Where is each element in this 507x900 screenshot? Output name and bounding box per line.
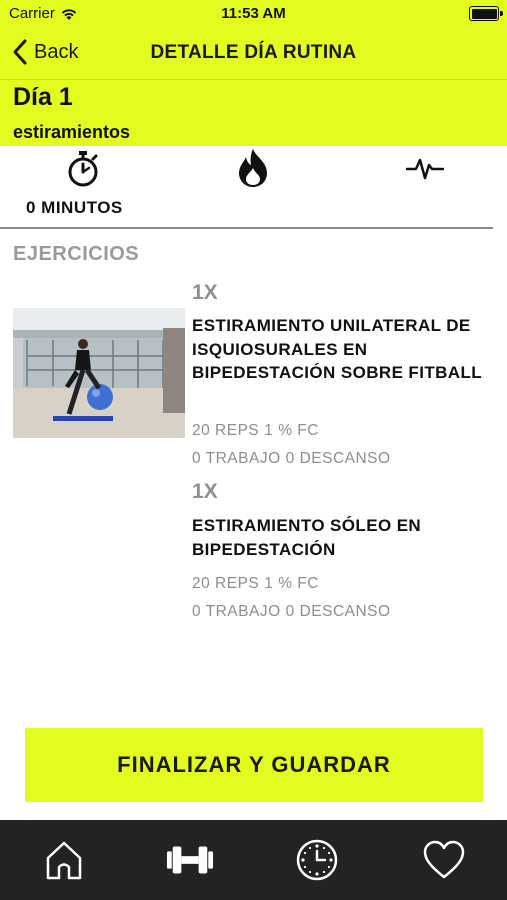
flame-icon <box>239 149 267 187</box>
navigation-bar: Back DETALLE DÍA RUTINA <box>0 28 507 80</box>
exercise-photo <box>13 308 185 438</box>
exercise-reps-fc: 20 REPS 1 % FC <box>192 575 319 593</box>
exercise-work-rest: 0 TRABAJO 0 DESCANSO <box>192 603 391 621</box>
exercise-work-rest: 0 TRABAJO 0 DESCANSO <box>192 450 391 468</box>
exercise-rest: 0 DESCANSO <box>285 603 391 620</box>
status-time: 11:53 AM <box>221 5 286 22</box>
dumbbell-icon <box>166 846 214 874</box>
status-bar: Carrier 11:53 AM <box>0 0 507 28</box>
stats-divider <box>0 227 493 229</box>
exercise-fc: 1 % FC <box>264 575 319 592</box>
exercise-work: 0 TRABAJO <box>192 450 281 467</box>
exercise-fc: 1 % FC <box>264 422 319 439</box>
tab-history[interactable] <box>293 836 341 884</box>
exercise-name[interactable]: ESTIRAMIENTO UNILATERAL DE ISQUIOSURALES… <box>192 314 492 385</box>
day-title: Día 1 <box>13 83 73 111</box>
stats-row: 0 MINUTOS <box>0 146 507 228</box>
exercise-work: 0 TRABAJO <box>192 603 281 620</box>
tab-home[interactable] <box>40 836 88 884</box>
exercise-reps: 20 REPS <box>192 575 260 592</box>
heart-icon <box>423 840 465 879</box>
minutes-value: 0 MINUTOS <box>26 198 123 217</box>
day-header: Día 1 estiramientos <box>0 80 507 146</box>
finish-and-save-button[interactable]: FINALIZAR Y GUARDAR <box>25 728 483 802</box>
exercise-reps: 20 REPS <box>192 422 260 439</box>
tab-workouts[interactable] <box>166 836 214 884</box>
page-title: DETALLE DÍA RUTINA <box>150 42 357 63</box>
battery-icon <box>469 6 503 21</box>
home-icon <box>46 841 82 880</box>
tab-favorites[interactable] <box>420 836 468 884</box>
heart-rate-icon <box>406 158 444 180</box>
exercise-rest: 0 DESCANSO <box>285 450 391 467</box>
exercises-section-title: EJERCICIOS <box>13 243 140 265</box>
exercise-name[interactable]: ESTIRAMIENTO SÓLEO EN BIPEDESTACIÓN <box>192 514 492 561</box>
exercise-thumbnail[interactable] <box>13 308 185 438</box>
stopwatch-icon <box>68 151 98 187</box>
day-subtitle: estiramientos <box>13 122 131 142</box>
exercise-sets: 1X <box>192 281 218 304</box>
exercise-sets: 1X <box>192 480 218 503</box>
tab-bar <box>0 820 507 900</box>
clock-icon <box>296 839 338 881</box>
exercise-reps-fc: 20 REPS 1 % FC <box>192 422 319 440</box>
